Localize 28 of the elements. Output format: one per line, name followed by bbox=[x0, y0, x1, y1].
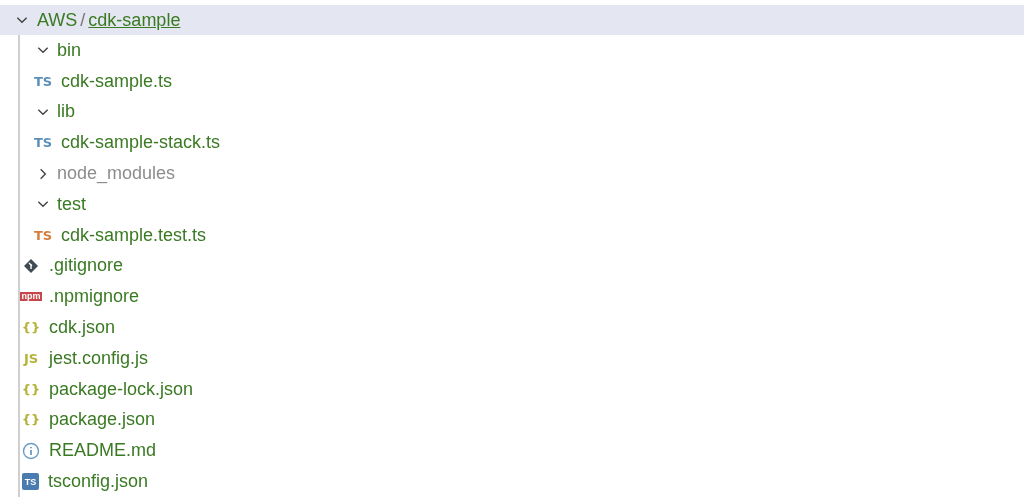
file-type-icon: {} bbox=[22, 320, 40, 336]
tree-item-name[interactable]: test bbox=[57, 193, 86, 215]
tree-item-name[interactable]: package-lock.json bbox=[49, 378, 194, 400]
file-type-icon: TS bbox=[34, 135, 52, 151]
tree-item-name[interactable]: cdk.json bbox=[49, 317, 116, 339]
file-type-icon: {} bbox=[22, 412, 40, 428]
tsconfig-icon: TS bbox=[22, 473, 39, 491]
tree-item-name[interactable]: .npmignore bbox=[49, 286, 140, 308]
file-type-icon: TS bbox=[34, 227, 52, 243]
project-folder-name: cdk-sample bbox=[88, 9, 181, 31]
npm-icon: npm bbox=[20, 292, 42, 302]
file-type-icon: TS bbox=[34, 73, 52, 89]
tree-item-name[interactable]: cdk-sample.test.ts bbox=[61, 224, 207, 246]
tree-item-name[interactable]: cdk-sample-stack.ts bbox=[61, 132, 221, 154]
tree-item-name[interactable]: README.md bbox=[49, 440, 156, 462]
tree-item-name[interactable]: cdk-sample.ts bbox=[61, 70, 173, 92]
parent-folder-name: AWS bbox=[37, 9, 78, 31]
tree-item-name[interactable]: .gitignore bbox=[49, 255, 124, 277]
root-folder-row[interactable]: AWS / cdk-sample bbox=[0, 5, 1024, 35]
tree-item-name[interactable]: node_modules bbox=[57, 163, 176, 185]
tree-item-name[interactable]: jest.config.js bbox=[49, 347, 149, 369]
file-type-icon: JS bbox=[22, 350, 40, 366]
tree-item-name[interactable]: package.json bbox=[49, 409, 156, 431]
tree-item-name[interactable]: tsconfig.json bbox=[48, 471, 149, 493]
file-type-icon: {} bbox=[22, 381, 40, 397]
path-separator: / bbox=[80, 9, 86, 31]
tree-item-name[interactable]: lib bbox=[57, 101, 75, 123]
tree-item-name[interactable]: bin bbox=[57, 39, 82, 61]
